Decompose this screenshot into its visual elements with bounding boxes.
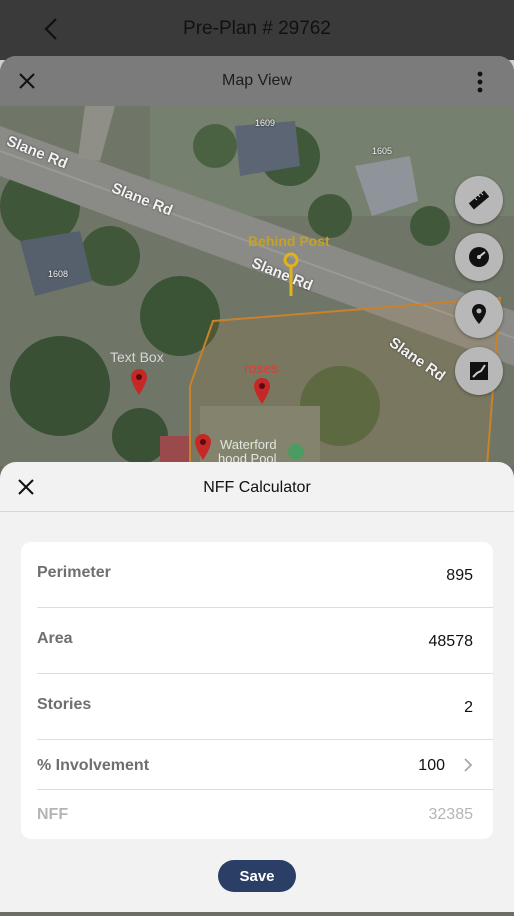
row-label: Perimeter (37, 564, 111, 581)
page-title: Pre-Plan # 29762 (183, 18, 331, 39)
pin-icon (472, 304, 486, 324)
gauge-tool-button[interactable] (455, 233, 503, 281)
marker-label: Behind Post (248, 233, 330, 249)
more-options-icon[interactable] (476, 70, 484, 94)
nff-calculator-header: NFF Calculator (0, 462, 514, 512)
stories-value: 2 (464, 699, 473, 716)
nff-calculator-title: NFF Calculator (203, 479, 311, 496)
nff-row: NFF 32385 (37, 790, 493, 839)
perimeter-row[interactable]: Perimeter 895 (37, 542, 493, 608)
area-row[interactable]: Area 48578 (37, 608, 493, 674)
area-icon (470, 362, 488, 380)
row-label: Area (37, 630, 73, 647)
nff-value: 32385 (428, 806, 474, 823)
row-label: % Involvement (37, 757, 150, 774)
map-pin-marker-icon[interactable] (131, 369, 147, 395)
area-value: 48578 (428, 633, 474, 650)
add-pin-button[interactable] (455, 290, 503, 338)
map-pin-marker-icon[interactable] (195, 434, 211, 460)
save-button[interactable]: Save (218, 860, 296, 892)
row-label: NFF (37, 806, 69, 823)
gauge-icon (469, 247, 489, 267)
map-view-header: Map View (0, 56, 514, 107)
ruler-icon (468, 190, 490, 210)
map-view-title: Map View (222, 72, 292, 89)
map-pin-marker-icon[interactable] (254, 378, 270, 404)
area-tool-button[interactable] (455, 347, 503, 395)
involvement-value: 100 (418, 757, 445, 774)
house-number-label: 1609 (255, 118, 276, 128)
marker-label: Text Box (110, 349, 164, 365)
house-number-label: 1608 (48, 269, 69, 279)
nff-values-card: Perimeter 895 Area 48578 Stories 2 % Inv… (21, 542, 493, 839)
app-bar: Pre-Plan # 29762 (0, 0, 514, 60)
row-label: Stories (37, 696, 92, 713)
satellite-map[interactable]: 1609 1605 1608 Slane Rd Slane Rd Slane R… (0, 106, 514, 466)
nff-calculator-sheet: NFF Calculator Perimeter 895 Area 48578 … (0, 462, 514, 912)
house-number-label: 1605 (372, 146, 393, 156)
marker-label: roses (244, 360, 279, 376)
key-marker-icon[interactable] (283, 252, 299, 298)
map-imagery (0, 106, 514, 466)
chevron-right-icon (464, 758, 473, 772)
poi-label: Waterford (220, 437, 277, 452)
measure-distance-button[interactable] (455, 176, 503, 224)
perimeter-value: 895 (446, 567, 473, 584)
stories-row[interactable]: Stories 2 (37, 674, 493, 740)
involvement-row[interactable]: % Involvement 100 (37, 740, 493, 790)
